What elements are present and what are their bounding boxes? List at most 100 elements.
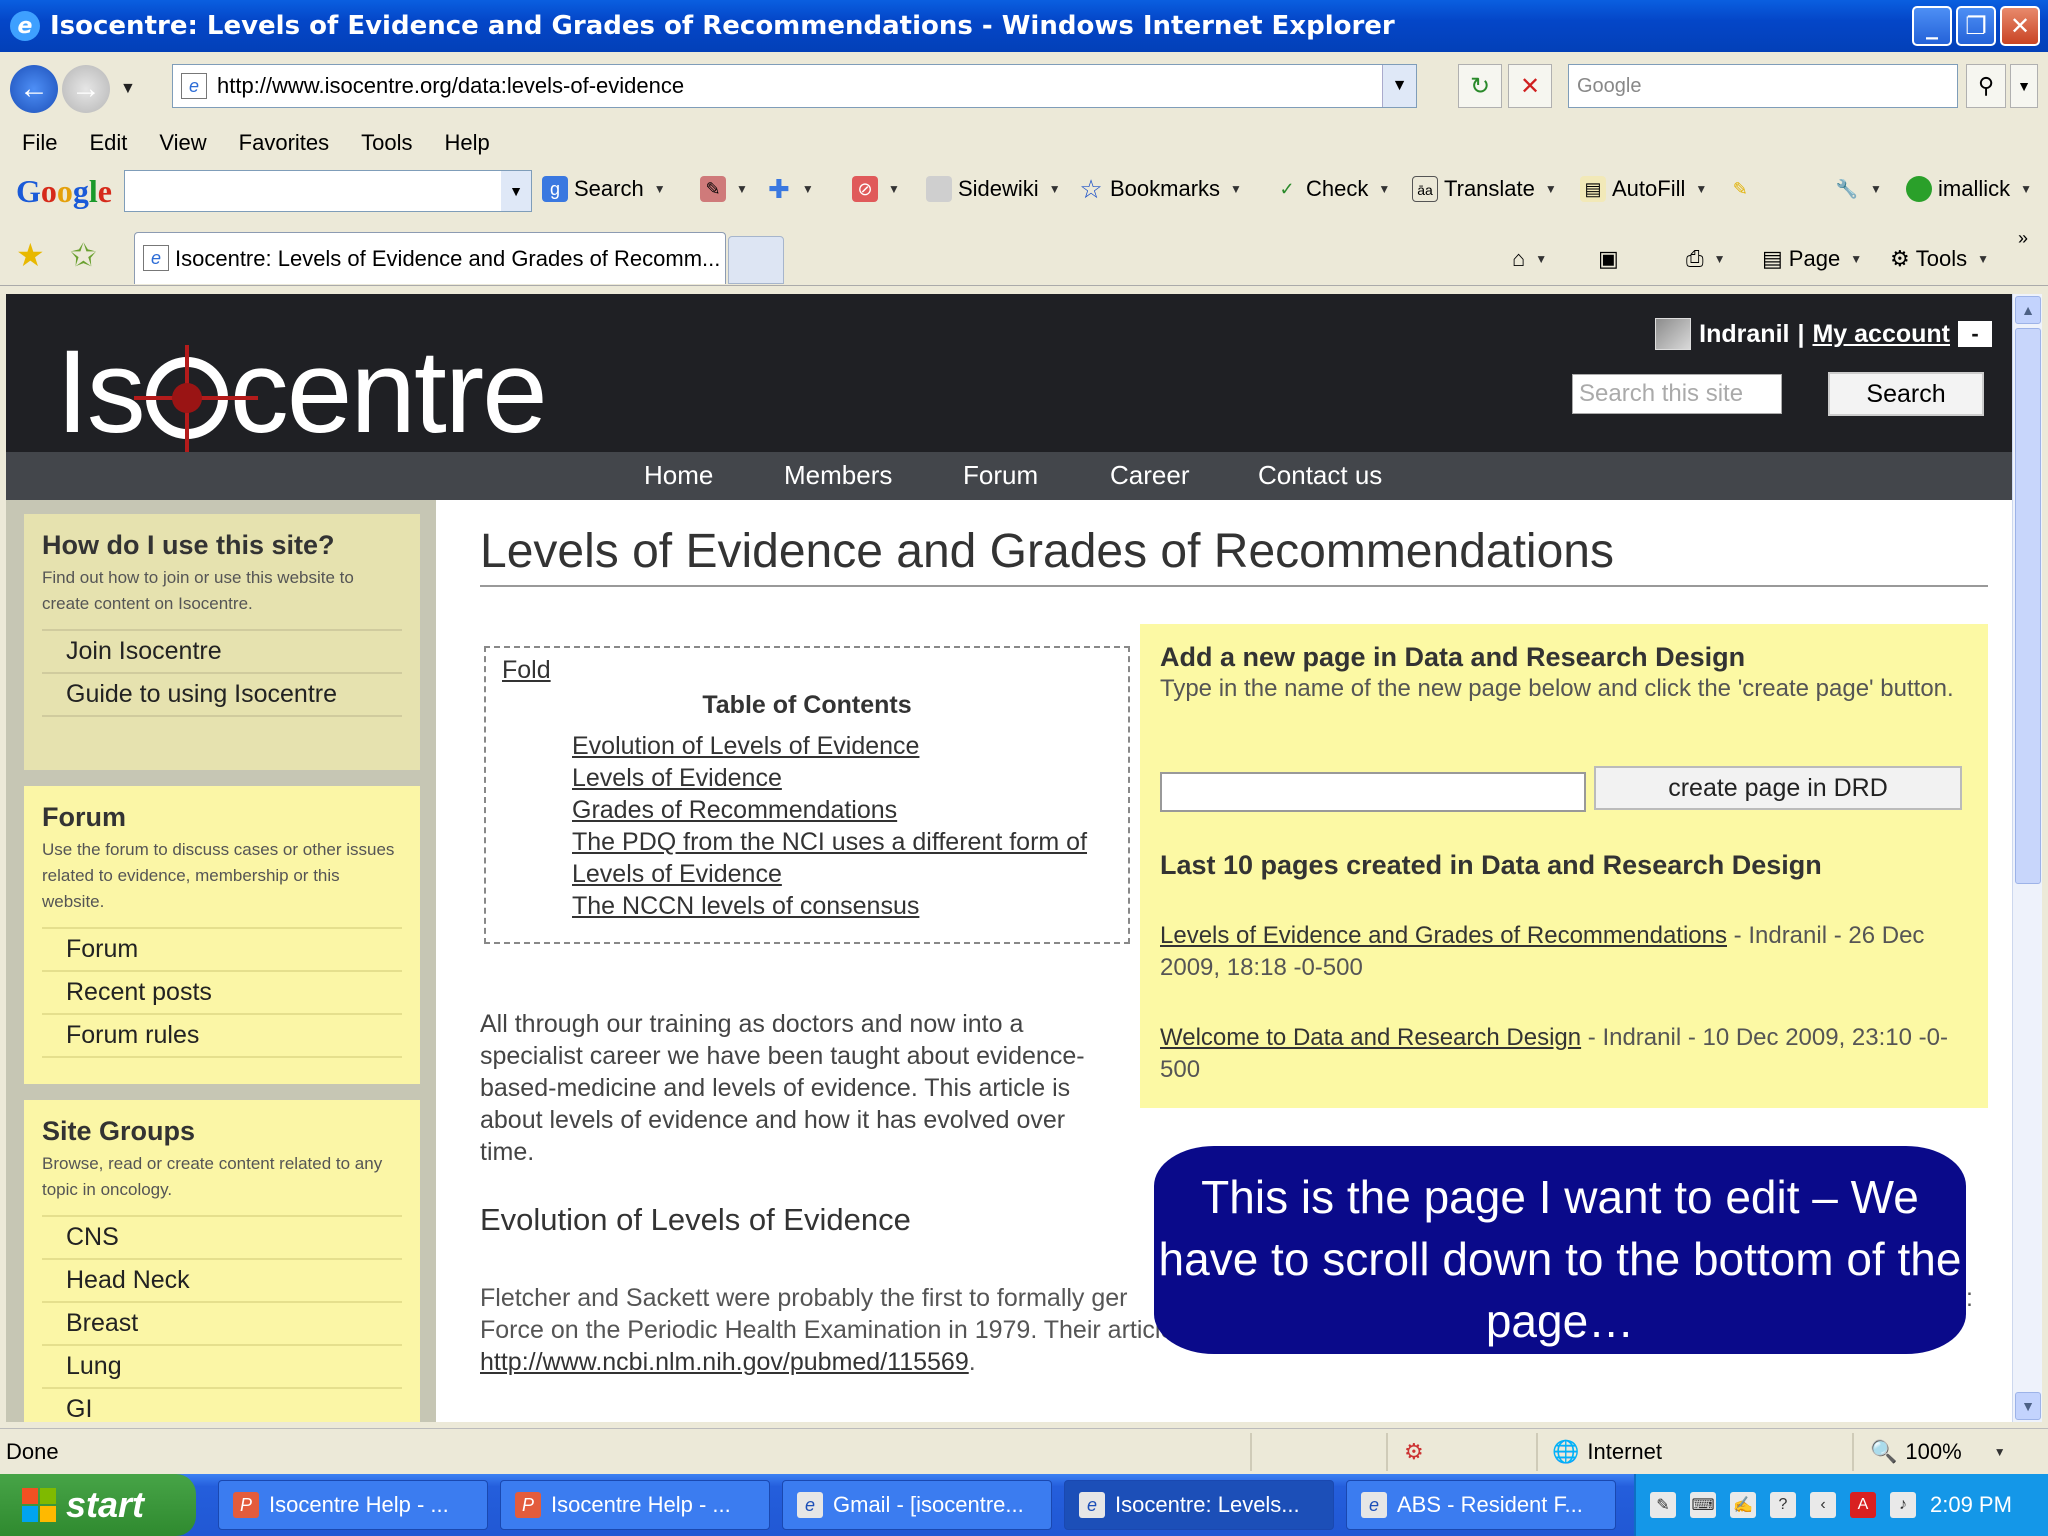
new-tab-button[interactable] bbox=[728, 236, 784, 284]
sidebar-item-join[interactable]: Join Isocentre bbox=[42, 629, 402, 672]
close-button[interactable]: ✕ bbox=[2000, 6, 2040, 46]
taskbar-item[interactable]: e Gmail - [isocentre... bbox=[782, 1480, 1052, 1530]
user-name[interactable]: Indranil bbox=[1699, 320, 1789, 349]
nav-career[interactable]: Career bbox=[1110, 460, 1189, 491]
address-field[interactable]: e http://www.isocentre.org/data:levels-o… bbox=[172, 64, 1417, 108]
isocentre-logo[interactable]: Is centre bbox=[56, 324, 548, 469]
active-tab[interactable]: e Isocentre: Levels of Evidence and Grad… bbox=[134, 232, 726, 284]
scroll-thumb[interactable] bbox=[2015, 328, 2041, 884]
forward-button[interactable]: → bbox=[62, 65, 110, 113]
toc-item[interactable]: Levels of Evidence bbox=[572, 858, 1112, 890]
address-url: http://www.isocentre.org/data:levels-of-… bbox=[217, 73, 685, 98]
taskbar-item[interactable]: P Isocentre Help - ... bbox=[500, 1480, 770, 1530]
sidebar-item-gi[interactable]: GI bbox=[42, 1387, 402, 1422]
nav-home[interactable]: Home bbox=[644, 460, 713, 491]
google-tools-button[interactable]: ✎ ▼ ✚ ▼ bbox=[700, 176, 814, 202]
translate-button[interactable]: āa Translate ▼ bbox=[1412, 176, 1557, 202]
back-button[interactable]: ← bbox=[10, 65, 58, 113]
start-button[interactable]: start bbox=[0, 1474, 196, 1536]
sidebar-item-recent-posts[interactable]: Recent posts bbox=[42, 970, 402, 1013]
scroll-up-icon[interactable]: ▲ bbox=[2015, 296, 2041, 324]
nav-forum[interactable]: Forum bbox=[963, 460, 1038, 491]
sidebar-item-breast[interactable]: Breast bbox=[42, 1301, 402, 1344]
search-options-icon[interactable]: ▼ bbox=[2010, 64, 2038, 108]
sidewiki-button[interactable]: Sidewiki ▼ bbox=[926, 176, 1061, 202]
groups-desc: Browse, read or create content related t… bbox=[42, 1154, 383, 1199]
site-header: Is centre Indranil | My account - Search… bbox=[6, 294, 2012, 469]
nav-contact-us[interactable]: Contact us bbox=[1258, 460, 1382, 491]
toc-item[interactable]: Levels of Evidence bbox=[572, 762, 1112, 794]
favorites-star-icon[interactable]: ★ bbox=[16, 236, 45, 274]
tray-arrow-icon[interactable]: ‹ bbox=[1810, 1492, 1836, 1518]
google-search-button[interactable]: g Search ▼ bbox=[542, 176, 666, 202]
pubmed-link[interactable]: http://www.ncbi.nlm.nih.gov/pubmed/11556… bbox=[480, 1348, 969, 1376]
create-page-button[interactable]: create page in DRD bbox=[1594, 766, 1962, 810]
bookmarks-label: Bookmarks bbox=[1110, 176, 1221, 201]
taskbar-item[interactable]: e ABS - Resident F... bbox=[1346, 1480, 1616, 1530]
sidebar-item-cns[interactable]: CNS bbox=[42, 1215, 402, 1258]
google-logo: Google bbox=[16, 172, 112, 209]
menu-file[interactable]: File bbox=[22, 130, 57, 156]
popup-blocker-button[interactable]: ⊘ ▼ bbox=[852, 176, 900, 202]
tray-keyboard-icon[interactable]: ⌨ bbox=[1690, 1492, 1716, 1518]
print-button[interactable]: ⎙ ▼ bbox=[1686, 246, 1726, 272]
feeds-icon[interactable]: ▣ bbox=[1598, 246, 1619, 272]
new-page-name-input[interactable] bbox=[1160, 772, 1586, 812]
menu-favorites[interactable]: Favorites bbox=[239, 130, 329, 156]
taskbar-item[interactable]: P Isocentre Help - ... bbox=[218, 1480, 488, 1530]
menu-edit[interactable]: Edit bbox=[89, 130, 127, 156]
autofill-button[interactable]: ▤ AutoFill ▼ ✎ bbox=[1580, 176, 1753, 202]
add-favorite-icon[interactable]: ✩ bbox=[70, 236, 97, 274]
menu-help[interactable]: Help bbox=[445, 130, 490, 156]
nav-members[interactable]: Members bbox=[784, 460, 892, 491]
browser-search-input[interactable]: Google bbox=[1568, 64, 1958, 108]
toc-item[interactable]: The NCCN levels of consensus bbox=[572, 890, 1112, 922]
tray-tool-icon[interactable]: ✎ bbox=[1650, 1492, 1676, 1518]
home-button[interactable]: ⌂ ▼ bbox=[1512, 246, 1547, 272]
restore-button[interactable]: ❐ bbox=[1956, 6, 1996, 46]
toc-item[interactable]: Grades of Recommendations bbox=[572, 794, 1112, 826]
highlight-icon[interactable]: ✎ bbox=[1727, 176, 1753, 202]
search-go-icon[interactable]: ⚲ bbox=[1966, 64, 2006, 108]
google-search-input[interactable]: ▼ bbox=[124, 170, 532, 212]
google-dropdown-icon[interactable]: ▼ bbox=[501, 171, 531, 211]
sidebar-item-lung[interactable]: Lung bbox=[42, 1344, 402, 1387]
settings-wrench-button[interactable]: 🔧 ▼ bbox=[1834, 176, 1882, 202]
tray-pen-icon[interactable]: ✍ bbox=[1730, 1492, 1756, 1518]
stop-button[interactable]: ✕ bbox=[1508, 64, 1552, 108]
address-dropdown-icon[interactable]: ▼ bbox=[1382, 65, 1416, 107]
tray-volume-icon[interactable]: ♪ bbox=[1890, 1492, 1916, 1518]
sidebar-item-head-neck[interactable]: Head Neck bbox=[42, 1258, 402, 1301]
bookmarks-button[interactable]: ☆ Bookmarks ▼ bbox=[1078, 176, 1242, 202]
tray-acrobat-icon[interactable]: A bbox=[1850, 1492, 1876, 1518]
spellcheck-button[interactable]: ✓ Check ▼ bbox=[1274, 176, 1390, 202]
menu-view[interactable]: View bbox=[159, 130, 206, 156]
vertical-scrollbar[interactable]: ▲ ▼ bbox=[2012, 294, 2042, 1422]
toc-item[interactable]: Evolution of Levels of Evidence bbox=[572, 730, 1112, 762]
tray-help-icon[interactable]: ? bbox=[1770, 1492, 1796, 1518]
recent-page-link[interactable]: Levels of Evidence and Grades of Recomme… bbox=[1160, 922, 1727, 949]
site-search-button[interactable]: Search bbox=[1828, 372, 1984, 416]
tools-menu-button[interactable]: ⚙ Tools ▼ bbox=[1890, 246, 1989, 272]
minimize-button[interactable]: _ bbox=[1912, 6, 1952, 46]
plus-icon: ✚ bbox=[767, 174, 790, 204]
menu-tools[interactable]: Tools bbox=[361, 130, 412, 156]
zoom-control[interactable]: 🔍 100% ▼ bbox=[1870, 1439, 2006, 1465]
privacy-icon[interactable]: ⚙ bbox=[1404, 1439, 1424, 1465]
taskbar-item-active[interactable]: e Isocentre: Levels... bbox=[1064, 1480, 1334, 1530]
site-search-input[interactable]: Search this site bbox=[1572, 374, 1782, 414]
toc-item[interactable]: The PDQ from the NCI uses a different fo… bbox=[572, 826, 1112, 858]
history-dropdown-icon[interactable]: ▼ bbox=[120, 80, 136, 98]
refresh-button[interactable]: ↻ bbox=[1458, 64, 1502, 108]
sidebar-item-forum[interactable]: Forum bbox=[42, 927, 402, 970]
sidebar-item-guide[interactable]: Guide to using Isocentre bbox=[42, 672, 402, 717]
my-account-link[interactable]: My account bbox=[1812, 320, 1950, 349]
account-button[interactable]: imallick ▼ bbox=[1906, 176, 2032, 202]
more-chevron-icon[interactable]: » bbox=[2018, 228, 2028, 249]
toc-fold-link[interactable]: Fold bbox=[502, 656, 1112, 685]
page-menu-button[interactable]: ▤ Page ▼ bbox=[1762, 246, 1862, 272]
scroll-down-icon[interactable]: ▼ bbox=[2015, 1392, 2041, 1420]
sidebar-item-forum-rules[interactable]: Forum rules bbox=[42, 1013, 402, 1058]
recent-page-link[interactable]: Welcome to Data and Research Design bbox=[1160, 1024, 1581, 1051]
collapse-user-button[interactable]: - bbox=[1958, 321, 1992, 347]
